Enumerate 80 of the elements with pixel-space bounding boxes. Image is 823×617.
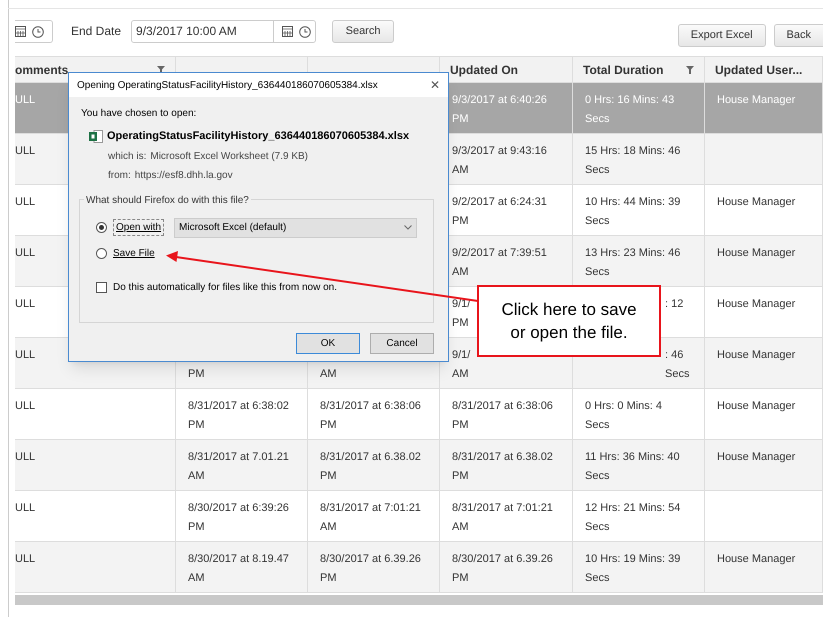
table-cell-text: ULL [15,246,36,261]
info-value: https://esf8.dhh.la.gov [134,168,233,182]
table-cell-text: 0 Hrs: 0 Mins: 4 Secs [585,399,662,433]
table-cell-text: : 12 [665,297,684,312]
table-cell-text: 8/30/2017 at 6.39.26 PM [452,552,553,586]
search-button[interactable]: Search [332,20,394,43]
table-cell-text: 8/31/2017 at 7:01:21 AM [452,501,553,535]
table-cell-text: 9/3/2017 at 6:40:26 PM [452,93,547,127]
table-cell-text: 8/31/2017 at 6:38:06 PM [320,399,421,433]
table-cell-text: House Manager [717,195,796,210]
table-cell-text: House Manager [717,450,796,465]
field-label: End Date [71,23,122,40]
chevron-icon [404,225,412,230]
table-cell-text: ULL [15,450,36,465]
dialog-button[interactable]: OK [296,332,360,354]
radio-button[interactable] [96,248,107,258]
table-cell-text: 8/30/2017 at 6.39.26 PM [320,552,421,586]
table-cell-text: 0 Hrs: 16 Mins: 43 Secs [585,93,674,127]
checkbox-label[interactable]: Do this automatically for files like this from now on. [113,280,337,294]
calendar-icon[interactable] [282,26,294,37]
table-cell-text: 8/31/2017 at 6.38.02 PM [452,450,553,484]
checkbox[interactable] [96,282,107,292]
table-cell-text: ULL [15,501,36,516]
table-cell-text: ULL [15,552,36,567]
table-cell-text: 9/1/ AM [452,348,470,382]
clock-icon[interactable] [32,26,44,38]
spreadsheet-icon [89,130,103,143]
table-cell-text: 9/2/2017 at 7:39:51 AM [452,246,547,280]
table-cell-text: ULL [15,297,36,312]
calendar-icon[interactable] [15,26,26,37]
table-cell-text: House Manager [717,399,796,414]
column-header[interactable]: Updated User... [705,57,823,82]
info-label: from: [108,168,131,182]
table-cell-text: 8/31/2017 at 6:38:02 PM [188,399,289,433]
table-cell-text: House Manager [717,297,796,312]
dialog-button[interactable]: Cancel [370,332,434,354]
close-button[interactable]: ✕ [430,76,440,94]
filter-icon[interactable] [686,66,694,74]
table-cell-text: ULL [15,399,36,414]
table-cell-text: : 46 Secs [665,348,690,382]
info-label: which is: [108,150,146,164]
callout-text: Click here to save or open the file. [500,299,638,344]
app-dropdown[interactable]: Microsoft Excel (default) [174,218,418,238]
table-cell-text: 10 Hrs: 44 Mins: 39 Secs [585,195,680,229]
back-button[interactable]: Back [774,24,823,47]
table-cell-text: 8/31/2017 at 7:01:21 AM [320,501,421,535]
table-cell-text: 11 Hrs: 36 Mins: 40 Secs [585,450,680,484]
table-cell-text: ULL [15,195,36,210]
table-cell-text: 10 Hrs: 19 Mins: 39 Secs [585,552,680,586]
file-name: OperatingStatusFacilityHistory_636440186070605384.xlsx [107,129,410,144]
info-value: Microsoft Excel Worksheet (7.9 KB) [150,150,308,164]
table-cell-text: House Manager [717,348,796,363]
table-cell-text: AM [320,367,336,382]
table-cell-text: 8/31/2017 at 6.38.02 PM [320,450,421,484]
table-cell-text: PM [188,367,204,382]
date-field[interactable]: 9/3/2017 10:00 AM [131,20,316,43]
option-label[interactable]: Save File [113,246,155,260]
export-button[interactable]: Export Excel [678,24,766,47]
table-cell-text: 15 Hrs: 18 Mins: 46 Secs [585,144,680,178]
table-cell-text: House Manager [717,93,796,108]
table-cell-text: 13 Hrs: 23 Mins: 46 Secs [585,246,680,280]
table-cell-text: House Manager [717,246,796,261]
radio-button[interactable] [96,222,107,233]
table-cell-text: 9/3/2017 at 9:43:16 AM [452,144,547,178]
column-header[interactable]: Total Duration [573,57,705,82]
table-cell-text: 8/30/2017 at 6:39:26 PM [188,501,289,535]
table-cell-text: 9/1/ PM [452,297,470,331]
table-cell-text: 8/30/2017 at 8.19.47 AM [188,552,289,586]
clock-icon[interactable] [299,26,312,38]
option-label[interactable]: Open with [113,219,164,236]
table-cell-text: 12 Hrs: 21 Mins: 54 Secs [585,501,680,535]
table-cell-text: ULL [15,348,36,363]
scrollbar[interactable] [15,595,823,605]
table-cell-text: ULL [15,144,36,159]
table-cell-text: 9/2/2017 at 6:24:31 PM [452,195,547,229]
table-cell-text: ULL [15,93,36,108]
table-cell-text: 8/31/2017 at 7.01.21 AM [188,450,289,484]
table-cell-text: House Manager [717,552,796,567]
dialog-text: You have chosen to open: [81,107,198,121]
table-cell-text: 8/31/2017 at 6:38:06 PM [452,399,553,433]
